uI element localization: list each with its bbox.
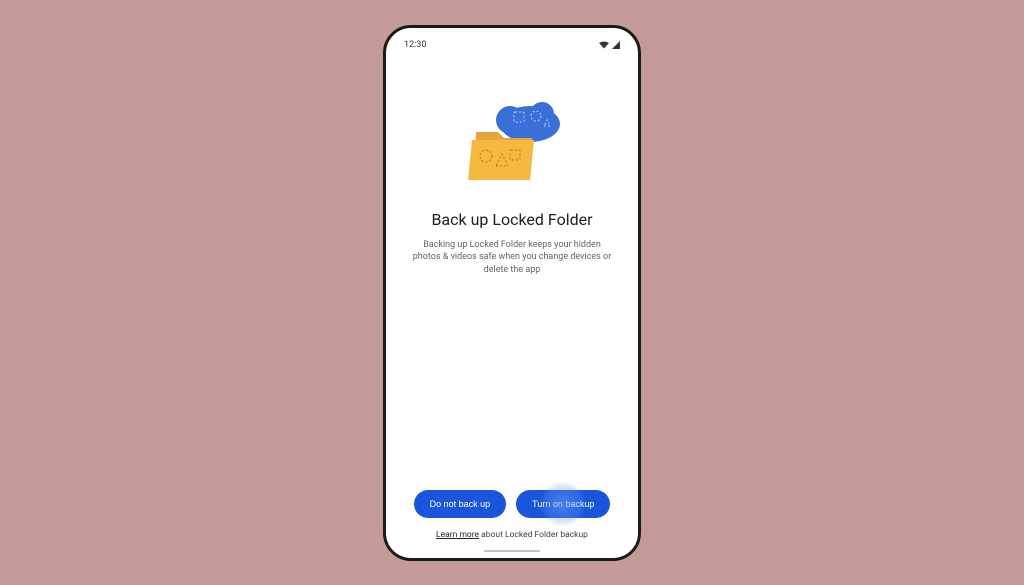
footer: Do not back up Turn on backup Learn more…	[400, 490, 624, 546]
turn-on-backup-button[interactable]: Turn on backup	[516, 490, 610, 518]
learn-more-link[interactable]: Learn more	[436, 530, 479, 540]
button-row: Do not back up Turn on backup	[400, 490, 624, 518]
status-bar: 12:30	[400, 38, 624, 50]
signal-icon	[612, 41, 620, 49]
turn-on-backup-wrap: Turn on backup	[516, 490, 610, 518]
gesture-bar	[484, 550, 540, 552]
wifi-icon	[599, 41, 609, 49]
main-content: Back up Locked Folder Backing up Locked …	[400, 50, 624, 490]
status-icons	[599, 41, 620, 49]
locked-folder-cloud-illustration	[452, 92, 572, 192]
phone-frame: 12:30	[383, 25, 641, 561]
do-not-back-up-button[interactable]: Do not back up	[414, 490, 507, 518]
page-subtitle: Backing up Locked Folder keeps your hidd…	[400, 239, 624, 277]
learn-more-rest: about Locked Folder backup	[479, 530, 588, 540]
page-title: Back up Locked Folder	[431, 210, 592, 229]
status-time: 12:30	[404, 40, 426, 50]
learn-more-text: Learn more about Locked Folder backup	[436, 530, 588, 540]
